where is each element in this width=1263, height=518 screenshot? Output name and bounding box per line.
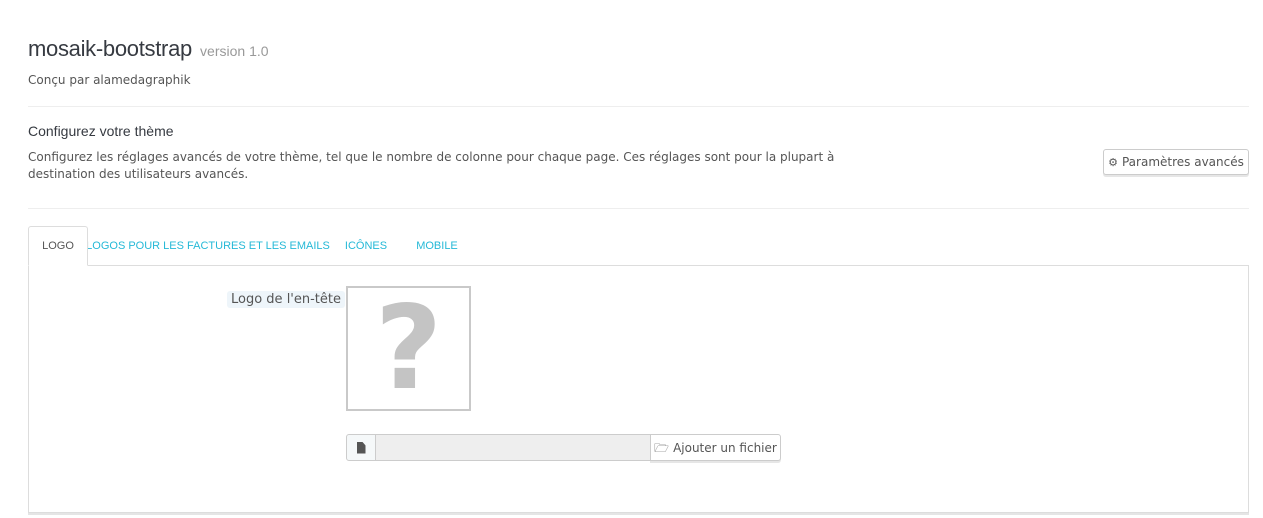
add-file-label: Ajouter un fichier bbox=[673, 440, 777, 455]
tab-bar: LOGO LOGOS POUR LES FACTURES ET LES EMAI… bbox=[28, 226, 1249, 266]
gear-icon: ⚙ bbox=[1108, 155, 1118, 169]
theme-author: Conçu par alamedagraphik bbox=[28, 73, 191, 87]
tab-label: LOGOS POUR LES FACTURES ET LES EMAILS bbox=[86, 240, 330, 252]
advanced-settings-label: Paramètres avancés bbox=[1121, 155, 1244, 169]
logo-preview-image: ? bbox=[346, 286, 471, 411]
file-name-field[interactable] bbox=[375, 434, 651, 461]
configure-description: Configurez les réglages avancés de votre… bbox=[28, 150, 835, 181]
configure-heading: Configurez votre thème bbox=[28, 123, 174, 139]
theme-version: version 1.0 bbox=[200, 43, 269, 59]
divider bbox=[28, 208, 1249, 209]
question-mark-icon: ? bbox=[374, 286, 443, 411]
advanced-settings-button[interactable]: ⚙ Paramètres avancés bbox=[1103, 149, 1249, 175]
header-logo-label: Logo de l'en-tête bbox=[227, 291, 345, 308]
file-icon bbox=[356, 441, 366, 454]
tab-invoice-email-logos[interactable]: LOGOS POUR LES FACTURES ET LES EMAILS bbox=[86, 226, 330, 266]
file-addon bbox=[346, 434, 376, 461]
divider bbox=[28, 106, 1249, 107]
folder-open-icon: 🗁 bbox=[654, 440, 670, 455]
theme-configuration-page: mosaik-bootstrap version 1.0 Conçu par a… bbox=[0, 0, 1263, 518]
theme-name: mosaik-bootstrap bbox=[28, 36, 192, 61]
file-upload-group: 🗁 Ajouter un fichier bbox=[346, 434, 781, 461]
tab-logo[interactable]: LOGO bbox=[28, 226, 88, 266]
tab-icons[interactable]: ICÔNES bbox=[336, 226, 396, 266]
tab-label: MOBILE bbox=[416, 240, 458, 252]
theme-title: mosaik-bootstrap version 1.0 bbox=[28, 36, 269, 62]
add-file-button[interactable]: 🗁 Ajouter un fichier bbox=[650, 434, 781, 461]
tab-mobile[interactable]: MOBILE bbox=[408, 226, 466, 266]
tab-content-panel bbox=[28, 265, 1249, 513]
tab-label: LOGO bbox=[42, 240, 74, 252]
tab-label: ICÔNES bbox=[344, 240, 388, 252]
